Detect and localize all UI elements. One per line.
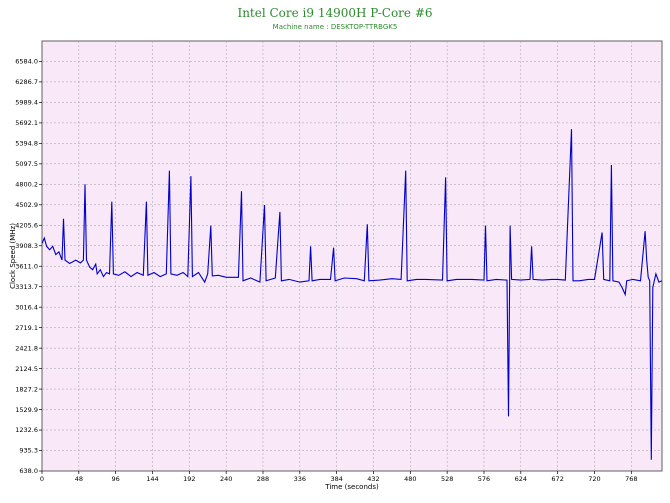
plot-area	[41, 40, 663, 472]
x-tick-label: 768	[625, 475, 637, 483]
x-tick-label: 288	[257, 475, 269, 483]
x-tick-label: 96	[112, 475, 120, 483]
x-tick-label: 336	[294, 475, 306, 483]
x-tick-label: 240	[220, 475, 232, 483]
x-tick-label: 480	[404, 475, 416, 483]
x-tick-label: 432	[367, 475, 379, 483]
x-tick-label: 672	[551, 475, 563, 483]
y-tick-label: 6286.7	[15, 78, 38, 86]
x-tick-label: 528	[441, 475, 453, 483]
y-tick-label: 6584.0	[15, 58, 38, 66]
y-tick-label: 2124.5	[15, 365, 38, 373]
y-tick-label: 4502.9	[15, 201, 38, 209]
x-tick-label: 576	[478, 475, 490, 483]
x-tick-label: 384	[330, 475, 342, 483]
y-tick-label: 1827.2	[15, 385, 38, 393]
y-tick-label: 2421.8	[15, 344, 38, 352]
chart-title: Intel Core i9 14900H P-Core #6	[237, 6, 432, 20]
y-tick-label: 5394.8	[15, 140, 38, 148]
x-tick-label: 144	[146, 475, 158, 483]
y-tick-label: 4800.2	[15, 181, 38, 189]
x-tick-label: 0	[40, 475, 44, 483]
y-tick-label: 1529.9	[15, 406, 38, 414]
y-tick-label: 5692.1	[15, 119, 38, 127]
y-tick-label: 3016.4	[15, 303, 38, 311]
chart-subtitle: Machine name : DESKTOP-TTRBGK5	[273, 23, 398, 31]
x-axis-ticks: 0 48 96 144 192 240 288 336 384 432 480 528 576 624 67…	[40, 471, 638, 483]
y-tick-label: 2719.1	[15, 324, 38, 332]
y-tick-label: 1232.6	[15, 426, 38, 434]
x-tick-label: 192	[183, 475, 195, 483]
y-tick-label: 5989.4	[15, 99, 38, 107]
y-tick-label: 3908.3	[15, 242, 38, 250]
y-axis-ticks: 638.0 935.3 1232.6 1529.9 1827.2 2124.5 2421.8…	[15, 58, 42, 475]
x-tick-label: 48	[75, 475, 83, 483]
y-tick-label: 638.0	[19, 467, 38, 475]
y-axis-label: Clock Speed (MHz)	[9, 223, 17, 289]
y-tick-label: 3611.0	[15, 262, 38, 270]
x-tick-label: 720	[588, 475, 600, 483]
y-tick-label: 4205.6	[15, 221, 38, 229]
clock-speed-chart: Intel Core i9 14900H P-Core #6 Machine n…	[9, 6, 663, 491]
x-axis-label: Time (seconds)	[324, 483, 379, 491]
x-tick-label: 624	[515, 475, 527, 483]
y-tick-label: 935.3	[19, 447, 38, 455]
y-tick-label: 5097.5	[15, 160, 38, 168]
y-tick-label: 3313.7	[15, 283, 38, 291]
